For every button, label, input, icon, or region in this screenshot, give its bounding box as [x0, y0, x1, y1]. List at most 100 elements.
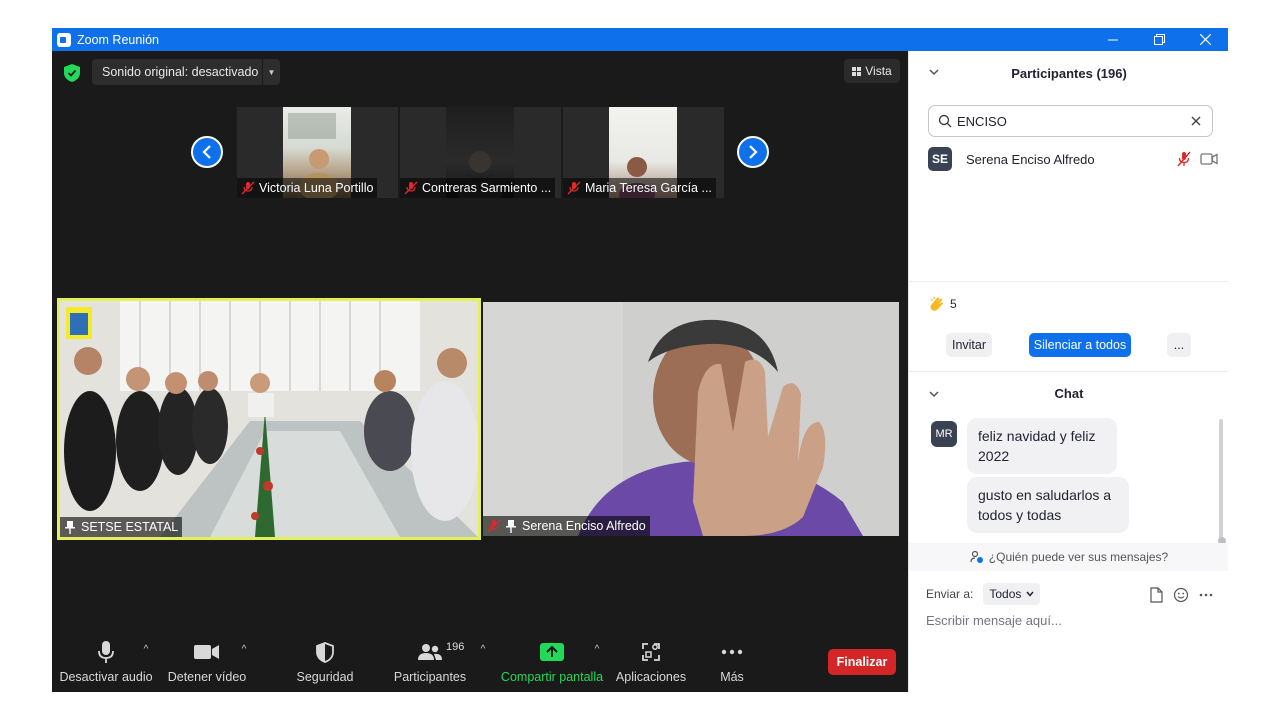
pin-icon [65, 520, 75, 534]
share-screen-icon [540, 643, 564, 661]
share-screen-label: Compartir pantalla [500, 670, 604, 684]
more-dots-icon [721, 649, 743, 655]
muted-mic-icon [567, 181, 581, 195]
video-participant-name: Serena Enciso Alfredo [522, 519, 646, 533]
apps-label: Aplicaciones [615, 670, 687, 684]
stop-video-button[interactable]: Detener vídeo [166, 634, 248, 692]
chat-message: feliz navidad y feliz 2022 [967, 418, 1117, 474]
original-sound-button[interactable]: Sonido original: desactivado ▼ [92, 59, 280, 85]
participant-thumbnail[interactable]: Maria Teresa García ... [563, 107, 724, 198]
muted-mic-icon [241, 181, 255, 195]
chat-message-input[interactable]: Escribir mensaje aquí... [926, 613, 1062, 628]
audio-options-chevron-icon[interactable]: ^ [140, 644, 152, 655]
send-to-value: Todos [989, 587, 1022, 601]
zoom-window: Zoom Reunión Sonido original: desactivad… [52, 28, 1228, 692]
video-camera-icon[interactable] [1200, 152, 1218, 166]
participants-count: 196 [446, 641, 465, 653]
minimize-button[interactable] [1090, 28, 1136, 51]
video-camera-icon [194, 645, 219, 659]
participant-nametag: Victoria Luna Portillo [237, 178, 378, 198]
video-nametag: SETSE ESTATAL [60, 517, 183, 537]
close-icon [1199, 34, 1211, 45]
search-value: ENCISO [957, 113, 1007, 129]
participant-thumbnail[interactable]: Victoria Luna Portillo [237, 107, 398, 198]
avatar: SE [928, 147, 952, 171]
chat-message: gusto en saludarlos a todos y todas [967, 477, 1129, 533]
side-panel: Participantes (196) ENCISO SE Serena Enc… [908, 51, 1228, 692]
collapse-chevron-icon[interactable] [929, 389, 939, 399]
more-dots-icon[interactable] [1199, 593, 1213, 597]
file-icon[interactable] [1149, 587, 1163, 603]
chevron-down-icon[interactable]: ▼ [262, 59, 280, 85]
conference-room-scene [60, 301, 478, 537]
title-bar: Zoom Reunión [52, 28, 1228, 51]
participant-list-item[interactable]: SE Serena Enciso Alfredo [928, 146, 1218, 172]
who-can-see-text: ¿Quién puede ver sus mensajes? [988, 550, 1169, 564]
muted-mic-icon [404, 181, 418, 195]
clap-icon [930, 296, 943, 311]
view-label: Vista [865, 64, 892, 78]
mute-audio-button[interactable]: Desactivar audio [59, 634, 153, 692]
divider [909, 281, 1228, 282]
send-to-select[interactable]: Todos [983, 583, 1041, 605]
participants-label: Participantes [393, 670, 467, 684]
participant-name: Contreras Sarmiento ... [422, 181, 552, 195]
apps-button[interactable]: Aplicaciones [614, 634, 688, 692]
restore-button[interactable] [1136, 28, 1182, 51]
previous-page-button[interactable] [191, 136, 223, 168]
video-options-chevron-icon[interactable]: ^ [238, 644, 250, 655]
security-label: Seguridad [296, 670, 354, 684]
microphone-icon [98, 641, 114, 663]
share-screen-button[interactable]: Compartir pantalla [500, 634, 604, 692]
participant-thumbnail[interactable]: Contreras Sarmiento ... [400, 107, 561, 198]
clap-reaction-count: 5 [928, 295, 957, 313]
next-page-button[interactable] [737, 136, 769, 168]
chat-tools [1149, 587, 1213, 603]
chat-header: Chat [909, 379, 1228, 407]
pinned-participant-video[interactable]: Serena Enciso Alfredo [483, 302, 899, 536]
divider [909, 371, 1228, 372]
more-label: Más [720, 670, 744, 684]
chat-scrollbar[interactable] [1219, 419, 1223, 541]
chevron-right-icon [749, 145, 758, 159]
grid-icon [852, 66, 862, 76]
end-meeting-button[interactable]: Finalizar [828, 649, 896, 675]
chevron-left-icon [202, 145, 211, 159]
participants-icon [418, 644, 442, 660]
participant-nametag: Contreras Sarmiento ... [400, 178, 556, 198]
participant-list-name: Serena Enciso Alfredo [966, 151, 1095, 167]
participant-search-input[interactable]: ENCISO [928, 105, 1213, 137]
emoji-icon[interactable] [1173, 587, 1189, 603]
share-options-chevron-icon[interactable]: ^ [591, 644, 603, 655]
original-sound-label: Sonido original: desactivado [102, 65, 259, 79]
who-can-see-link[interactable]: ¿Quién puede ver sus mensajes? [909, 543, 1228, 571]
participants-more-button[interactable]: ... [1167, 333, 1191, 357]
apps-icon [642, 643, 660, 661]
pin-icon [506, 519, 516, 533]
participant-scene [483, 302, 899, 536]
minimize-icon [1108, 39, 1118, 40]
window-controls [1090, 28, 1228, 51]
zoom-app-icon [57, 32, 71, 47]
clear-search-icon[interactable] [1190, 115, 1202, 127]
collapse-chevron-icon[interactable] [929, 67, 939, 77]
chat-title: Chat [1054, 385, 1084, 401]
participants-options-chevron-icon[interactable]: ^ [477, 644, 489, 655]
muted-mic-icon[interactable] [1176, 151, 1192, 167]
active-speaker-video[interactable]: SETSE ESTATAL [57, 298, 481, 540]
security-button[interactable]: Seguridad [292, 634, 358, 692]
invite-button[interactable]: Invitar [946, 333, 992, 357]
participants-header: Participantes (196) [909, 51, 1228, 95]
close-button[interactable] [1182, 28, 1228, 51]
participant-name: Victoria Luna Portillo [259, 181, 374, 195]
encryption-shield-icon[interactable] [64, 64, 80, 82]
mute-audio-label: Desactivar audio [59, 670, 153, 684]
meeting-area: Sonido original: desactivado ▼ Vista Vic… [52, 51, 908, 692]
more-button[interactable]: Más [712, 634, 752, 692]
send-to-row: Enviar a: Todos [926, 583, 1041, 605]
view-button[interactable]: Vista [844, 59, 900, 83]
mute-all-button[interactable]: Silenciar a todos [1029, 333, 1131, 357]
video-nametag: Serena Enciso Alfredo [483, 516, 650, 536]
participant-nametag: Maria Teresa García ... [563, 178, 716, 198]
meeting-toolbar: Desactivar audio ^ Detener vídeo ^ Segur… [52, 634, 908, 692]
